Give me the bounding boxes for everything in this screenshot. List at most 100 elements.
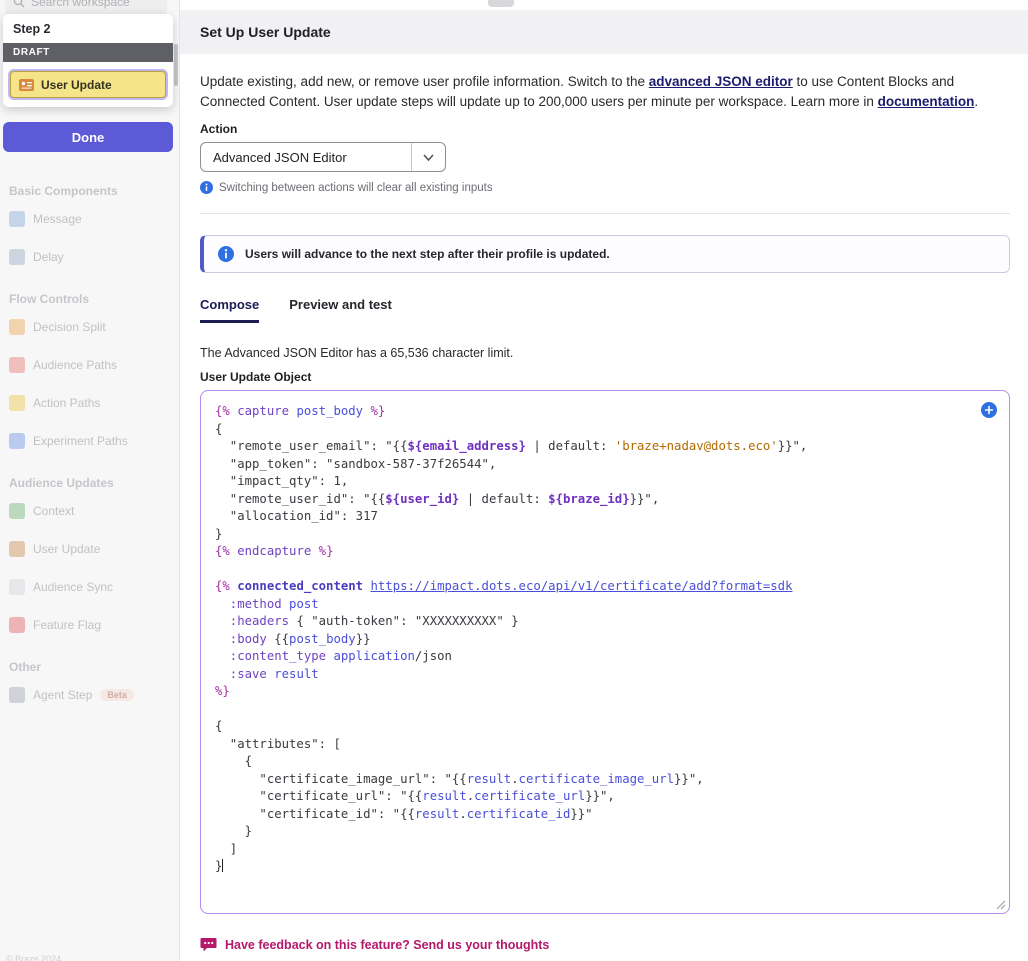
sidebar-item-delay[interactable]: Delay [9, 238, 171, 276]
code-line: "impact_qty": 1, [215, 473, 995, 491]
top-strip [180, 0, 1028, 10]
code-line: :headers { "auth-token": "XXXXXXXXXX" } [215, 613, 995, 631]
advanced-json-editor-link[interactable]: advanced JSON editor [649, 74, 793, 89]
clock-icon [9, 249, 25, 265]
action-select[interactable]: Advanced JSON Editor [200, 142, 446, 172]
sidebar-section-title-other: Other [9, 660, 171, 674]
code-line: "remote_user_id": "{{${user_id} | defaul… [215, 491, 995, 509]
draft-status-badge: DRAFT [3, 43, 173, 62]
sidebar-item-feature-flag[interactable]: Feature Flag [9, 606, 171, 644]
sidebar-item-label: User Update [33, 542, 100, 556]
context-icon [9, 503, 25, 519]
code-line: {% connected_content https://impact.dots… [215, 578, 995, 596]
info-banner: Users will advance to the next step afte… [200, 235, 1010, 273]
info-icon [218, 246, 234, 262]
sidebar-item-context[interactable]: Context [9, 492, 171, 530]
step-card: Step 2 DRAFT User Update [3, 14, 173, 107]
code-line: { [215, 718, 995, 736]
code-line: } [215, 823, 995, 841]
editor-block: User Update Object {% capture post_body … [200, 370, 1010, 914]
done-button[interactable]: Done [3, 122, 173, 152]
sidebar-item-label: Feature Flag [33, 618, 101, 632]
code-line: "certificate_image_url": "{{result.certi… [215, 771, 995, 789]
code-line: "certificate_id": "{{result.certificate_… [215, 806, 995, 824]
action-block: Action Advanced JSON Editor Switching be… [200, 122, 1010, 194]
canvas-editor-app: Search workspace Step 2 DRAFT User Updat… [0, 0, 1028, 961]
code-line: { [215, 421, 995, 439]
panel-header: Set Up User Update [180, 10, 1028, 54]
code-line: :body {{post_body}} [215, 631, 995, 649]
code-line: } [215, 526, 995, 544]
code-line: {% endcapture %} [215, 543, 995, 561]
panel-content: Update existing, add new, or remove user… [180, 72, 1028, 952]
action-note: Switching between actions will clear all… [200, 181, 1010, 194]
sidebar-item-label: Audience Paths [33, 358, 117, 372]
code-line: :save result [215, 666, 995, 684]
sidebar-item-decision-split[interactable]: Decision Split [9, 308, 171, 346]
sidebar-section-title-audience-updates: Audience Updates [9, 476, 171, 490]
resize-handle[interactable] [995, 899, 1006, 910]
sidebar-item-audience-sync[interactable]: Audience Sync [9, 568, 171, 606]
tab-bar: Compose Preview and test [200, 297, 1010, 323]
decision-split-icon [9, 319, 25, 335]
chevron-down-icon [423, 154, 434, 161]
sidebar-sections: Basic ComponentsMessageDelayFlow Control… [0, 158, 180, 714]
editor-label: User Update Object [200, 370, 1010, 384]
code-line: "app_token": "sandbox-587-37f26544", [215, 456, 995, 474]
code-line [215, 561, 995, 579]
top-toolbar-fragment [488, 0, 514, 7]
sidebar-item-label: Action Paths [33, 396, 100, 410]
text-caret [222, 859, 223, 872]
sidebar-scrollbar[interactable] [174, 44, 178, 86]
feedback-bubble-icon [200, 937, 217, 952]
user-update-icon [9, 541, 25, 557]
add-personalization-button[interactable] [981, 402, 997, 418]
action-selected-value: Advanced JSON Editor [201, 150, 411, 165]
tab-compose[interactable]: Compose [200, 297, 259, 323]
sidebar-item-user-update[interactable]: User Update [9, 530, 171, 568]
panel-description: Update existing, add new, or remove user… [200, 72, 1010, 112]
sidebar-item-experiment-paths[interactable]: Experiment Paths [9, 422, 171, 460]
code-line: {% capture post_body %} [215, 403, 995, 421]
sidebar-item-agent-step[interactable]: Agent StepBeta [9, 676, 171, 714]
action-note-text: Switching between actions will clear all… [219, 182, 493, 194]
action-paths-icon [9, 395, 25, 411]
feedback-link[interactable]: Have feedback on this feature? Send us y… [200, 937, 1010, 952]
beta-badge: Beta [100, 689, 134, 701]
code-line: %} [215, 683, 995, 701]
search-placeholder: Search workspace [31, 0, 130, 9]
id-card-icon [19, 79, 34, 91]
documentation-link[interactable]: documentation [878, 94, 975, 109]
selected-step-chip[interactable]: User Update [10, 71, 166, 98]
canvas-sidebar: Search workspace Step 2 DRAFT User Updat… [0, 0, 180, 961]
code-line: { [215, 753, 995, 771]
audience-paths-icon [9, 357, 25, 373]
step-settings-panel: Set Up User Update Update existing, add … [180, 0, 1028, 961]
sidebar-item-action-paths[interactable]: Action Paths [9, 384, 171, 422]
selected-step-label: User Update [41, 78, 112, 92]
audience-sync-icon [9, 579, 25, 595]
sidebar-item-label: Context [33, 504, 74, 518]
divider [200, 213, 1010, 214]
code-line: :method post [215, 596, 995, 614]
sidebar-item-message[interactable]: Message [9, 200, 171, 238]
experiment-paths-icon [9, 433, 25, 449]
feedback-text: Have feedback on this feature? Send us y… [225, 938, 549, 952]
code-line: } [215, 858, 995, 876]
dropdown-caret [411, 143, 445, 171]
sidebar-item-audience-paths[interactable]: Audience Paths [9, 346, 171, 384]
sidebar-item-label: Audience Sync [33, 580, 113, 594]
tab-preview-and-test[interactable]: Preview and test [289, 297, 392, 323]
sidebar-item-label: Delay [33, 250, 64, 264]
code-line: ] [215, 841, 995, 859]
sidebar-section-title-flow-controls: Flow Controls [9, 292, 171, 306]
info-icon [200, 181, 213, 194]
search-icon [13, 0, 25, 8]
paper-plane-icon [9, 211, 25, 227]
json-code-editor[interactable]: {% capture post_body %}{ "remote_user_em… [200, 390, 1010, 914]
code-line [215, 701, 995, 719]
character-limit-note: The Advanced JSON Editor has a 65,536 ch… [200, 346, 1010, 360]
action-label: Action [200, 122, 1010, 136]
description-text-1: Update existing, add new, or remove user… [200, 74, 649, 89]
code-line: "remote_user_email": "{{${email_address}… [215, 438, 995, 456]
